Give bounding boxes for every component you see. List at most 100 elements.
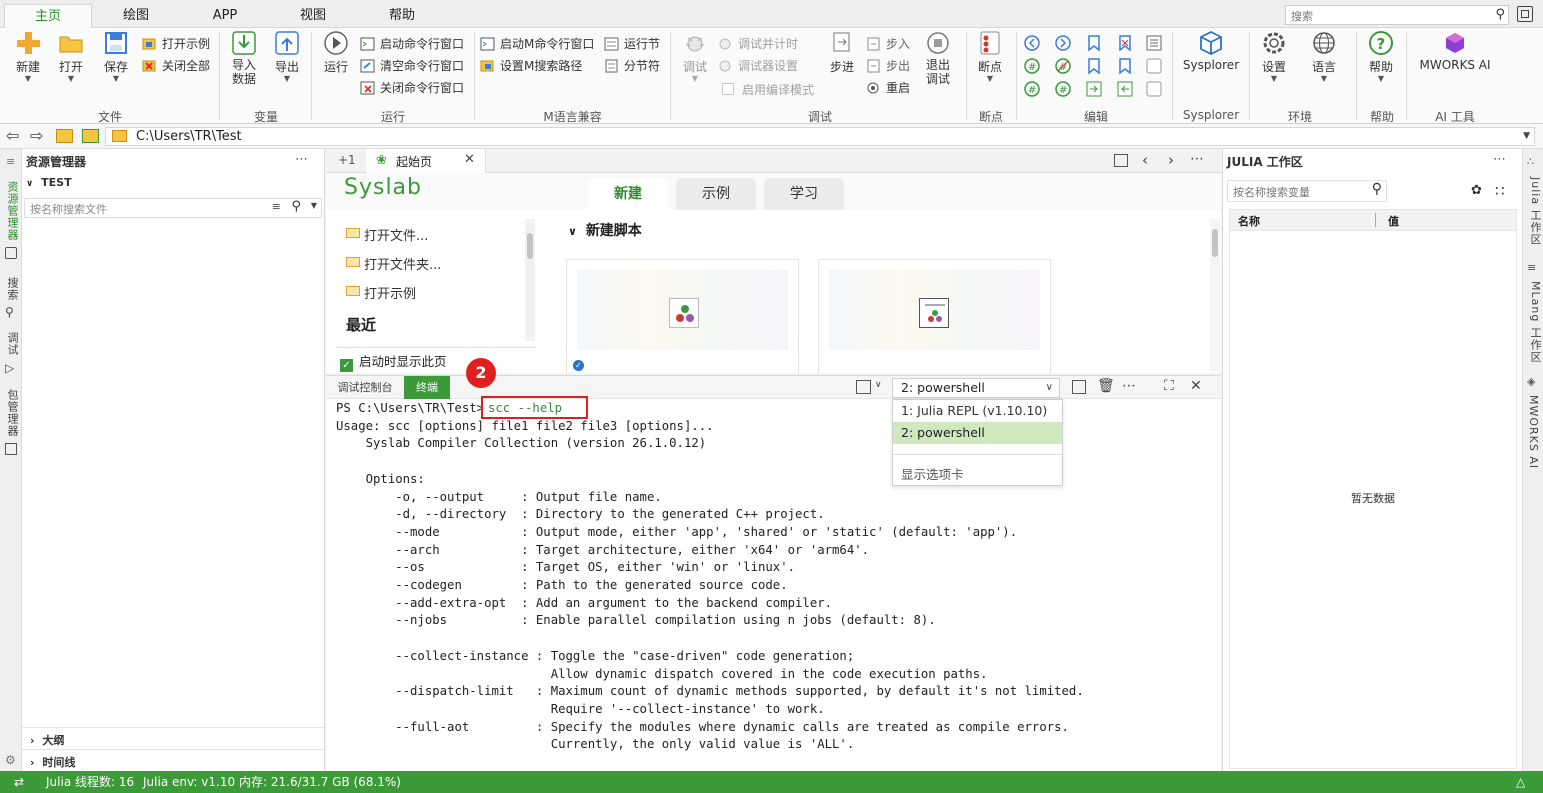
debug-button[interactable]: 调试 ▼	[676, 30, 714, 83]
tab-start-page[interactable]: ❀ 起始页 ✕	[366, 149, 486, 173]
remote-icon[interactable]: ⇄	[14, 771, 24, 793]
arrow-right-icon[interactable]: ⇨	[30, 126, 43, 145]
tab-plot[interactable]: 绘图	[100, 4, 172, 28]
dropdown-show-tabs[interactable]: 显示选项卡	[893, 464, 1062, 486]
split-layout-icon[interactable]	[1114, 154, 1128, 167]
top-search-input[interactable]: 搜索 ⚲	[1285, 5, 1509, 25]
gear-icon[interactable]: ⚙	[5, 753, 16, 767]
tab-view[interactable]: 视图	[280, 4, 346, 28]
open-example-link[interactable]: 打开示例	[346, 283, 416, 302]
uncomment-icon[interactable]: #	[1054, 57, 1072, 75]
search-icon[interactable]: ⚲	[1372, 181, 1382, 197]
menu-icon[interactable]: ≡	[6, 155, 15, 168]
tab-terminal[interactable]: 终端	[404, 376, 450, 399]
tab-debug-console[interactable]: 调试控制台	[330, 379, 400, 397]
nav-forward-icon[interactable]	[1054, 34, 1072, 52]
debugger-settings-button[interactable]: 调试器设置	[718, 56, 798, 76]
sp-tab-new[interactable]: 新建	[588, 178, 668, 210]
close-icon[interactable]: ✕	[464, 152, 475, 167]
more-icon[interactable]: ⋯	[1190, 151, 1204, 167]
package-icon[interactable]	[5, 443, 17, 455]
help-button[interactable]: ? 帮助 ▼	[1362, 30, 1400, 83]
open-folder-link[interactable]: 打开文件夹...	[346, 254, 441, 273]
julia-dots-icon[interactable]: ∴	[1527, 155, 1534, 168]
indent-icon[interactable]	[1085, 80, 1103, 98]
bookmark-next-icon[interactable]	[1116, 57, 1134, 75]
sysplorer-button[interactable]: Sysplorer	[1178, 30, 1244, 72]
run-button[interactable]: 运行	[318, 30, 354, 75]
chevron-down-icon[interactable]: ▼	[311, 201, 317, 210]
blank-option-icon[interactable]	[1145, 80, 1163, 98]
timeline-section[interactable]: › 时间线	[30, 754, 75, 770]
language-button[interactable]: 语言 ▼	[1305, 30, 1343, 83]
bookmark-clear-icon[interactable]	[1116, 34, 1134, 52]
activity-debug[interactable]: 调试	[4, 332, 20, 356]
section-break-button[interactable]: 分节符	[604, 56, 660, 76]
export-button[interactable]: 导出 ▼	[270, 30, 304, 83]
dropdown-option-julia-repl[interactable]: 1: Julia REPL (v1.10.10)	[893, 400, 1062, 422]
terminal-output[interactable]: PS C:\Users\TR\Test> scc --help Usage: s…	[326, 396, 1221, 771]
col-name[interactable]: 名称	[1238, 213, 1260, 229]
activity-julia-workspace[interactable]: Julia 工作区	[1527, 177, 1543, 246]
outline-section[interactable]: › 大纲	[30, 732, 64, 748]
debug-timer-button[interactable]: 调试并计时	[718, 34, 798, 54]
terminal-select[interactable]: 2: powershell ∨	[892, 378, 1060, 398]
open-button[interactable]: 打开 ▼	[52, 30, 90, 83]
new-button[interactable]: 新建 ▼	[8, 30, 48, 83]
close-icon[interactable]: ✕	[1190, 378, 1202, 394]
sp-tab-examples[interactable]: 示例	[676, 178, 756, 210]
chevron-left-icon[interactable]: ‹	[1142, 151, 1148, 169]
split-terminal-icon[interactable]	[856, 380, 871, 394]
set-m-path-button[interactable]: 设置M搜索路径	[480, 56, 582, 76]
chevron-down-icon[interactable]: ∨	[875, 380, 882, 390]
start-cmd-button[interactable]: 启动命令行窗口	[360, 34, 464, 54]
new-script-card-m[interactable]	[818, 259, 1051, 373]
step-out-button[interactable]: 步出	[866, 56, 910, 76]
mworks-ai-button[interactable]: MWORKS AI	[1412, 30, 1498, 72]
activity-mlang-workspace[interactable]: MLang 工作区	[1527, 281, 1543, 363]
filter-icon[interactable]: ≡	[272, 200, 281, 213]
close-all-button[interactable]: 关闭全部	[142, 56, 210, 76]
step-into-button[interactable]: 步入	[866, 34, 910, 54]
save-button[interactable]: 保存 ▼	[96, 30, 136, 83]
tab-app[interactable]: APP	[190, 4, 260, 28]
run-section-button[interactable]: 运行节	[604, 34, 660, 54]
search-icon[interactable]: ⚲	[5, 305, 14, 319]
folder-up-icon[interactable]	[56, 129, 73, 143]
outdent-icon[interactable]	[1116, 80, 1134, 98]
activity-package-manager[interactable]: 包管理器	[4, 389, 20, 437]
split-panel-icon[interactable]	[1072, 380, 1086, 394]
folder-root[interactable]: ∨ TEST	[26, 176, 72, 189]
chevron-right-icon[interactable]: ›	[1168, 151, 1174, 169]
compile-mode-checkbox[interactable]: 启用编译模式	[722, 80, 814, 100]
julia-threads[interactable]: Julia 线程数: 16	[46, 771, 134, 793]
new-script-card-julia[interactable]: ✓	[566, 259, 799, 373]
trash-icon[interactable]: 🗑	[1097, 378, 1115, 394]
comment-block-icon[interactable]: #	[1023, 80, 1041, 98]
files-icon[interactable]	[5, 247, 17, 259]
variable-search-input[interactable]: 按名称搜索变量 ⚲	[1227, 180, 1387, 202]
show-on-startup-checkbox[interactable]: ✓ 启动时显示此页	[340, 351, 447, 372]
mlang-icon[interactable]: ≡	[1527, 261, 1536, 274]
col-value[interactable]: 值	[1388, 213, 1399, 229]
debug-run-icon[interactable]: ▷	[5, 361, 14, 375]
more-icon[interactable]: ⋯	[1122, 378, 1136, 394]
ai-cube-icon[interactable]: ◈	[1527, 375, 1535, 388]
activity-search[interactable]: 搜索	[4, 277, 20, 301]
more-icon[interactable]: ⋯	[295, 152, 308, 167]
import-data-button[interactable]: 导入 数据	[226, 30, 262, 86]
maximize-icon[interactable]: ⛶	[1164, 378, 1174, 394]
open-file-link[interactable]: 打开文件...	[346, 225, 428, 244]
search-icon[interactable]: ⚲	[1495, 7, 1505, 22]
activity-explorer[interactable]: 资源管理器	[4, 181, 20, 241]
new-script-heading[interactable]: ∨ 新建脚本	[568, 220, 642, 240]
arrow-left-icon[interactable]: ⇦	[6, 126, 19, 145]
bookmark-prev-icon[interactable]	[1085, 57, 1103, 75]
restart-button[interactable]: 重启	[866, 78, 910, 98]
comment-icon[interactable]: #	[1023, 57, 1041, 75]
activity-mworks-ai[interactable]: MWORKS AI	[1527, 395, 1540, 469]
folder-browse-icon[interactable]	[82, 129, 99, 143]
blank-option-icon[interactable]	[1145, 57, 1163, 75]
julia-env[interactable]: Julia env: v1.10	[143, 771, 235, 793]
uncomment-block-icon[interactable]: #	[1054, 80, 1072, 98]
